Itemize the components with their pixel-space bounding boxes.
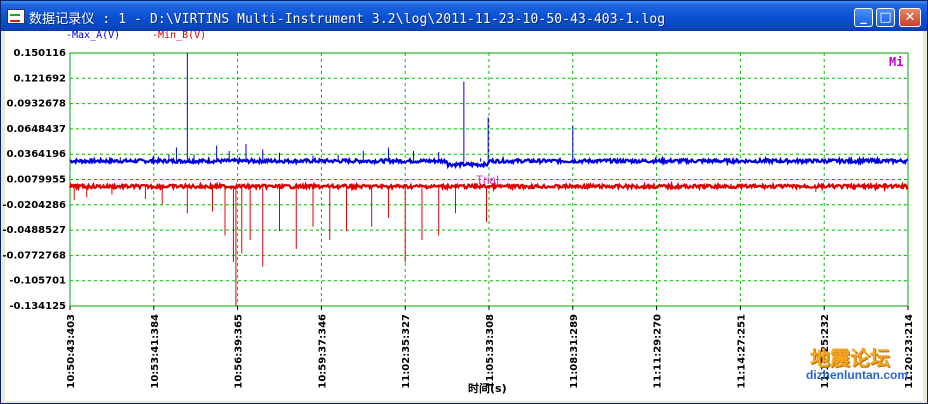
y-tick-label: -0.0488527 (2, 225, 66, 236)
x-tick-label: 11:02:35:327 (401, 314, 412, 389)
y-tick-label: 0.0079955 (7, 175, 67, 186)
x-tick-label: 11:11:29:270 (653, 314, 664, 389)
y-tick-label: 0.150116 (13, 48, 66, 59)
y-tick-label: -0.134125 (9, 301, 66, 312)
corner-mi-label: Mi (889, 55, 904, 69)
x-tick-label: 10:59:37:346 (317, 314, 328, 389)
y-tick-label: 0.0648437 (7, 124, 67, 135)
x-tick-label: 11:05:33:308 (485, 314, 496, 389)
y-tick-label: -0.105701 (9, 276, 66, 287)
x-tick-label: 11:14:27:251 (736, 314, 747, 389)
site-watermark-cn: 地震论坛 (810, 346, 890, 370)
trial-watermark: Trial (476, 173, 499, 187)
y-tick-label: -0.0204286 (2, 200, 66, 211)
y-tick-label: 0.0932678 (7, 99, 67, 110)
x-tick-label: 10:56:39:365 (234, 314, 245, 389)
site-watermark-url: dizhenluntan.com (806, 368, 908, 382)
y-tick-label: 0.121692 (13, 73, 66, 84)
y-tick-label: -0.0772768 (2, 250, 66, 261)
x-axis-label: 时间(s) (468, 382, 507, 395)
y-tick-label: 0.0364196 (7, 149, 67, 160)
x-tick-label: 10:50:43:403 (66, 314, 77, 389)
data-logger-chart[interactable]: 0.150116 0.121692 0.0932678 0.0648437 0.0364… (0, 0, 928, 404)
x-tick-label: 10:53:41:384 (150, 314, 161, 389)
x-tick-label: 11:08:31:289 (569, 314, 580, 389)
